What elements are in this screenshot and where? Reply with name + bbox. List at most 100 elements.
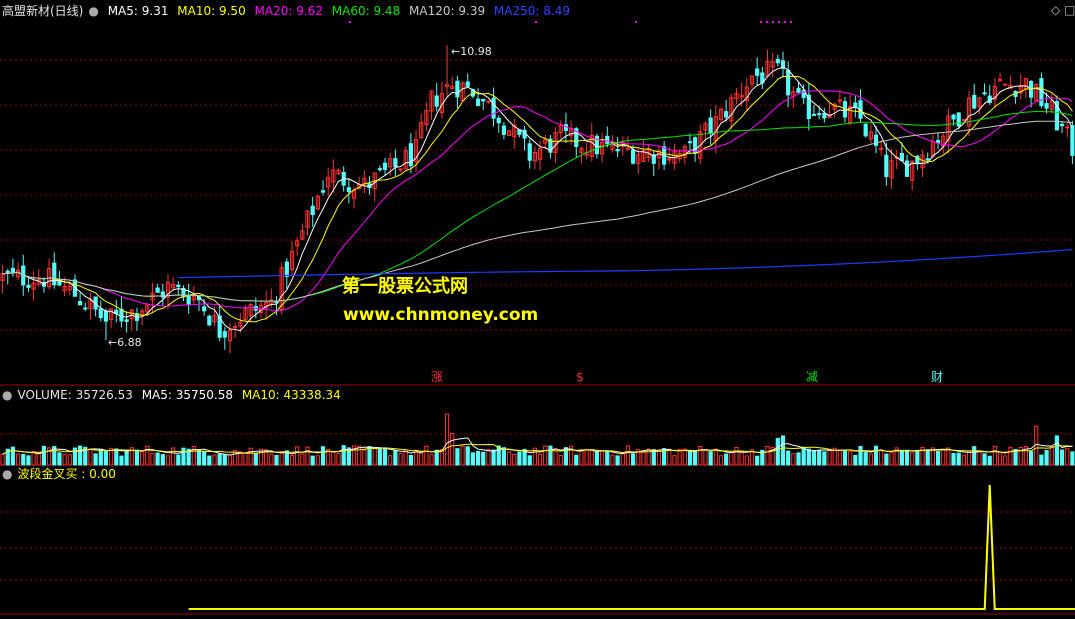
candle-body [925, 158, 930, 161]
candle-body [1039, 78, 1044, 107]
volume-bar [450, 433, 455, 466]
candle-body [786, 69, 791, 96]
volume-bar [734, 446, 739, 466]
candle-body [320, 190, 326, 193]
volume-bar [693, 451, 698, 466]
volume-bar [935, 451, 941, 466]
candle-body [527, 143, 532, 161]
event-marker: 涨 [431, 369, 443, 384]
candle-body [52, 262, 57, 286]
volume-bar [972, 446, 977, 466]
volume-bar [1008, 446, 1013, 466]
candle-body [491, 97, 496, 119]
ma60-line [2, 110, 1073, 302]
indicator-header: ● 波段金叉买 : 0.00 [2, 467, 121, 482]
volume-bar [574, 454, 579, 466]
volume-bar [341, 445, 346, 466]
volume-bar [357, 445, 362, 466]
volume-bar [796, 452, 801, 466]
volume-bar [202, 451, 207, 466]
volume-ma5-label: MA5: 35750.58 [141, 388, 233, 402]
volume-bar [873, 445, 879, 466]
volume-bar [62, 453, 67, 466]
volume-bar [388, 455, 393, 466]
candle-body [78, 301, 83, 306]
volume-bar [786, 450, 791, 466]
volume-bar [0, 453, 5, 466]
candle-body [811, 113, 817, 116]
volume-bar [140, 451, 145, 466]
ma5-label: MA5: 9.31 [107, 4, 169, 18]
candle-body [884, 154, 889, 178]
candle-body [837, 99, 842, 102]
volume-bar [708, 451, 713, 466]
candle-body [5, 270, 10, 274]
ma20-label: MA20: 9.62 [254, 4, 323, 18]
volume-bar [315, 455, 320, 466]
volume-bar [982, 453, 987, 466]
candle-body [465, 81, 470, 87]
volume-bar [336, 453, 341, 466]
candle-body [103, 310, 109, 322]
candle-body [873, 134, 879, 146]
ma250-label: MA250: 8.49 [493, 4, 570, 18]
collapse-icon[interactable]: ● [2, 388, 12, 402]
volume-bar [744, 455, 749, 466]
candle-body [951, 114, 956, 120]
candle-body [186, 295, 191, 306]
volume-bar [78, 445, 83, 466]
volume-bar [904, 449, 910, 466]
volume-bar [946, 447, 951, 466]
volume-bar [791, 453, 796, 466]
volume-bar [517, 451, 522, 466]
volume-bar [977, 450, 982, 466]
volume-bar [207, 455, 212, 466]
candle-body [475, 98, 481, 106]
indicator-label: 波段金叉买 : 0.00 [17, 467, 116, 481]
volume-bar [1039, 454, 1044, 466]
ma250-line [178, 248, 1073, 279]
candle-body [972, 94, 977, 109]
volume-bar [160, 454, 165, 466]
volume-bar [57, 452, 62, 466]
volume-bar [594, 451, 600, 466]
volume-bar [295, 446, 300, 466]
high-price-label: ←10.98 [451, 45, 492, 58]
volume-bar [827, 448, 832, 466]
volume-bar [98, 448, 103, 466]
volume-bar [181, 447, 186, 466]
volume-bar [217, 453, 222, 466]
volume-bar [1049, 446, 1054, 466]
candle-body [434, 95, 439, 107]
volume-bar [899, 449, 904, 466]
volume-bar [656, 450, 662, 466]
volume-bar [36, 452, 41, 466]
collapse-icon[interactable]: ● [88, 4, 98, 18]
event-marker: 减 [806, 370, 818, 384]
volume-bar [222, 453, 227, 466]
volume-bar [543, 445, 548, 466]
volume-bar [631, 453, 636, 466]
candle-body [615, 149, 620, 152]
diamond-icon[interactable]: ◇ [1051, 3, 1060, 17]
volume-bar [114, 448, 119, 466]
volume-bar [620, 453, 625, 466]
volume-bar [475, 450, 481, 466]
volume-bar [165, 455, 171, 466]
volume-bar [408, 454, 413, 466]
stock-title: 高盟新材(日线) [2, 4, 84, 18]
volume-bar [248, 447, 253, 466]
volume-bar [682, 448, 687, 466]
candle-body [501, 125, 507, 135]
candle-body [1059, 123, 1065, 127]
volume-bar [951, 453, 956, 466]
volume-bar [176, 454, 181, 466]
volume-bar [558, 455, 563, 466]
volume-bar [605, 450, 610, 466]
volume-bar [956, 452, 961, 466]
candle-body [382, 162, 388, 170]
volume-bar [103, 450, 109, 466]
maximize-icon[interactable]: □ [1064, 3, 1075, 17]
collapse-icon[interactable]: ● [2, 467, 12, 481]
volume-bar [837, 449, 842, 466]
